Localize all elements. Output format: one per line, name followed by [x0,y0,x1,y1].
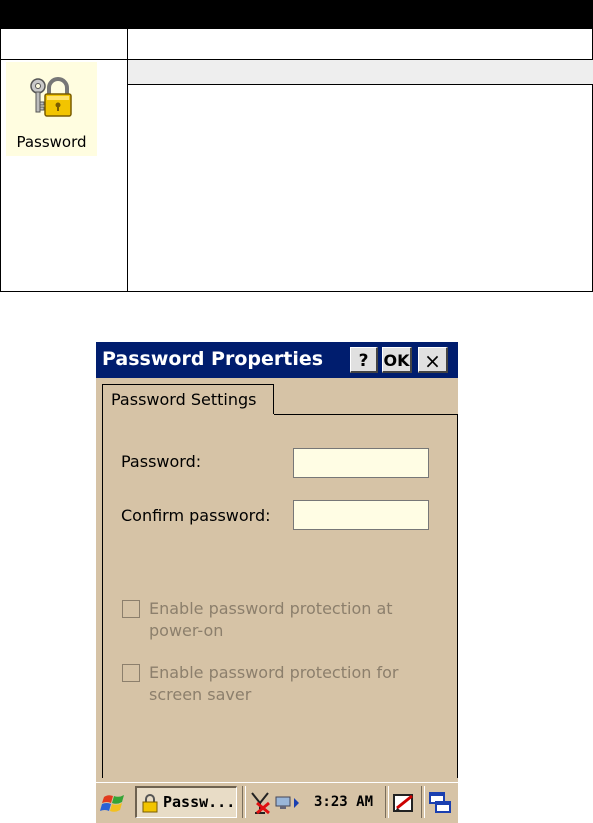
network-disconnected-icon[interactable] [249,791,271,815]
table-header-bar [0,0,593,29]
password-label: Password: [121,452,202,471]
lock-icon [142,794,158,813]
poweron-protection-label: Enable password protection at power-on [149,599,393,640]
clock[interactable]: 3:23 AM [314,794,373,810]
password-applet: Password [6,62,97,156]
taskbar-password-button[interactable]: Passw... [135,786,237,818]
ok-button[interactable]: OK [382,347,412,373]
taskbar-separator [385,786,389,818]
title-bar: Password Properties ? OK × [96,342,458,378]
task-label: Passw... [163,793,236,811]
taskbar-separator [242,786,246,818]
device-screen: Password Properties ? OK × Password Sett… [96,342,458,823]
password-field[interactable] [293,448,429,478]
tab-password-settings[interactable]: Password Settings [102,384,274,414]
window-title: Password Properties [102,348,324,370]
table-shaded-row [128,60,593,85]
password-keys-lock-icon [30,77,72,117]
screensaver-protection-label: Enable password protection for screen sa… [149,663,399,704]
tab-strip-line [274,414,458,415]
windows-start-icon[interactable] [100,789,128,817]
close-button[interactable]: × [418,347,448,373]
applet-caption: Password [16,133,87,151]
input-panel-icon[interactable] [392,792,416,814]
taskbar: Passw... 3:23 AM [96,782,458,823]
desktop-icon[interactable] [428,791,452,815]
taskbar-separator [421,786,425,818]
tab-label: Password Settings [111,390,257,409]
panel-right-border [457,414,458,778]
document-table: Password [0,0,593,292]
confirm-password-field[interactable] [293,500,429,530]
help-button[interactable]: ? [350,347,378,373]
panel-left-border [102,414,103,778]
screensaver-protection-checkbox[interactable] [122,664,140,682]
connection-icon[interactable] [274,793,300,813]
confirm-password-label: Confirm password: [121,506,271,525]
poweron-protection-checkbox[interactable] [122,600,140,618]
